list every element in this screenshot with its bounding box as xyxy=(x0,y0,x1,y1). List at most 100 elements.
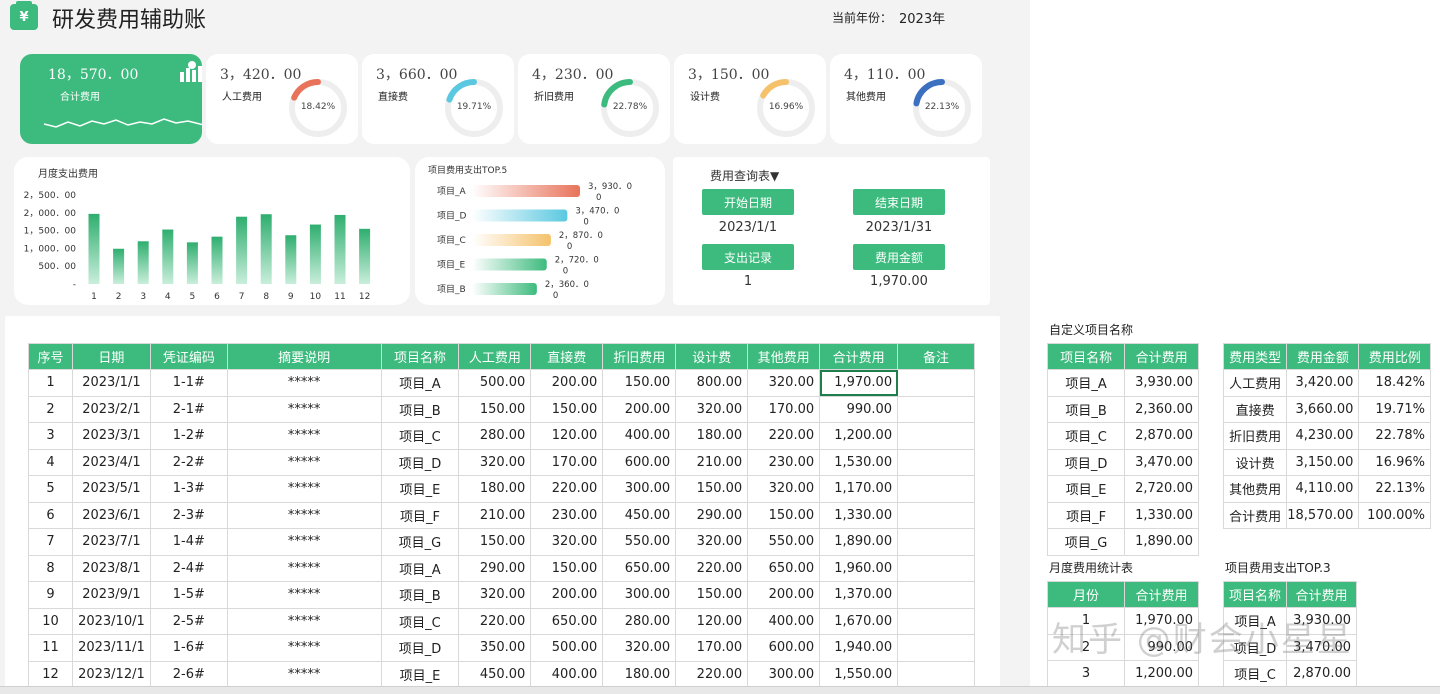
year-value[interactable]: 2023年 xyxy=(899,8,945,27)
table-cell[interactable]: 1,530.00 xyxy=(819,448,899,476)
table-cell[interactable] xyxy=(897,501,975,529)
amount-button[interactable]: 费用金额 xyxy=(853,244,945,270)
table-cell[interactable]: 3,660.00 xyxy=(1286,395,1360,423)
column-header[interactable]: 凭证编码 xyxy=(149,343,228,370)
table-cell[interactable]: 2023/10/1 xyxy=(71,607,151,635)
column-header[interactable]: 合计费用 xyxy=(1124,581,1199,608)
table-cell[interactable]: 220.00 xyxy=(675,554,749,582)
table-cell[interactable]: 150.00 xyxy=(675,475,749,503)
table-cell[interactable]: 320.00 xyxy=(747,475,821,503)
end-date-button[interactable]: 结束日期 xyxy=(853,189,945,215)
table-cell[interactable]: 600.00 xyxy=(747,634,821,662)
table-cell[interactable]: 650.00 xyxy=(747,554,821,582)
table-cell[interactable]: ***** xyxy=(226,395,382,423)
table-cell[interactable]: 22.13% xyxy=(1358,475,1431,503)
table-cell[interactable]: 4 xyxy=(28,448,73,476)
table-cell[interactable]: 2023/5/1 xyxy=(71,475,151,503)
table-cell[interactable]: 320.00 xyxy=(675,395,749,423)
table-cell[interactable]: 2-6# xyxy=(149,660,228,688)
table-cell[interactable]: 150.00 xyxy=(747,501,821,529)
table-cell[interactable]: 2023/2/1 xyxy=(71,395,151,423)
table-cell[interactable]: 10 xyxy=(28,607,73,635)
table-cell[interactable]: 其他费用 xyxy=(1222,475,1288,503)
table-cell[interactable]: 100.00% xyxy=(1358,501,1431,529)
table-cell[interactable]: 6 xyxy=(28,501,73,529)
column-header[interactable]: 序号 xyxy=(28,343,73,370)
table-cell[interactable]: 项目_A xyxy=(1046,369,1126,397)
table-cell[interactable]: 12 xyxy=(28,660,73,688)
table-cell[interactable] xyxy=(897,607,975,635)
table-cell[interactable]: 设计费 xyxy=(1222,448,1288,476)
table-cell[interactable]: 180.00 xyxy=(675,422,749,450)
sheet-tab-bar[interactable] xyxy=(0,686,1440,694)
table-cell[interactable]: 项目_B xyxy=(380,395,460,423)
table-cell[interactable]: 4,110.00 xyxy=(1286,475,1360,503)
table-cell[interactable]: 2-4# xyxy=(149,554,228,582)
table-cell[interactable]: 2023/11/1 xyxy=(71,634,151,662)
table-cell[interactable]: 280.00 xyxy=(602,607,677,635)
table-cell[interactable]: 2023/4/1 xyxy=(71,448,151,476)
table-cell[interactable]: 200.00 xyxy=(530,369,604,397)
table-cell[interactable] xyxy=(897,528,975,556)
column-header[interactable]: 合计费用 xyxy=(1124,343,1199,370)
table-cell[interactable]: 19.71% xyxy=(1358,395,1431,423)
table-cell[interactable]: 4,230.00 xyxy=(1286,422,1360,450)
table-cell[interactable]: 200.00 xyxy=(602,395,677,423)
table-cell[interactable] xyxy=(897,475,975,503)
table-cell[interactable]: 3 xyxy=(1046,660,1126,688)
table-cell[interactable]: 220.00 xyxy=(675,660,749,688)
table-cell[interactable]: 项目_B xyxy=(380,581,460,609)
table-cell[interactable]: 800.00 xyxy=(675,369,749,397)
table-cell[interactable]: 项目_G xyxy=(1046,528,1126,556)
table-cell[interactable]: 320.00 xyxy=(458,581,532,609)
table-cell[interactable]: 650.00 xyxy=(602,554,677,582)
table-cell[interactable]: 2,360.00 xyxy=(1124,395,1199,423)
table-cell[interactable]: 项目_C xyxy=(1222,660,1288,688)
table-cell[interactable]: 150.00 xyxy=(675,581,749,609)
table-cell[interactable]: 180.00 xyxy=(458,475,532,503)
table-cell[interactable]: 210.00 xyxy=(458,501,532,529)
table-cell[interactable]: ***** xyxy=(226,369,382,397)
table-cell[interactable]: 项目_C xyxy=(380,607,460,635)
table-cell[interactable]: 320.00 xyxy=(747,369,821,397)
table-cell[interactable]: 230.00 xyxy=(747,448,821,476)
table-cell[interactable] xyxy=(897,369,975,397)
table-cell[interactable]: 2-5# xyxy=(149,607,228,635)
table-cell[interactable]: 项目_F xyxy=(1046,501,1126,529)
table-cell[interactable]: 2023/1/1 xyxy=(71,369,151,397)
table-cell[interactable]: 折旧费用 xyxy=(1222,422,1288,450)
table-cell[interactable]: 2-1# xyxy=(149,395,228,423)
table-cell[interactable]: 200.00 xyxy=(747,581,821,609)
table-cell[interactable]: ***** xyxy=(226,607,382,635)
table-cell[interactable]: 2,720.00 xyxy=(1124,475,1199,503)
table-cell[interactable]: 500.00 xyxy=(458,369,532,397)
table-cell[interactable]: 1-5# xyxy=(149,581,228,609)
table-cell[interactable] xyxy=(897,634,975,662)
column-header[interactable]: 其他费用 xyxy=(747,343,821,370)
table-cell[interactable]: 150.00 xyxy=(602,369,677,397)
table-cell[interactable]: 120.00 xyxy=(530,422,604,450)
table-cell[interactable]: ***** xyxy=(226,422,382,450)
table-cell[interactable]: 1,890.00 xyxy=(819,528,899,556)
table-cell[interactable]: 300.00 xyxy=(747,660,821,688)
table-cell[interactable]: 600.00 xyxy=(602,448,677,476)
table-cell[interactable]: 1-1# xyxy=(149,369,228,397)
table-cell[interactable]: 220.00 xyxy=(530,475,604,503)
table-cell[interactable]: 1,960.00 xyxy=(819,554,899,582)
table-cell[interactable]: 1,670.00 xyxy=(819,607,899,635)
table-cell[interactable] xyxy=(897,554,975,582)
end-date-value[interactable]: 2023/1/31 xyxy=(853,220,945,235)
table-cell[interactable]: 1-4# xyxy=(149,528,228,556)
table-cell[interactable]: 1,370.00 xyxy=(819,581,899,609)
column-header[interactable]: 费用类型 xyxy=(1222,343,1288,370)
table-cell[interactable]: 2-2# xyxy=(149,448,228,476)
table-cell[interactable]: 1,550.00 xyxy=(819,660,899,688)
table-cell[interactable]: 3,420.00 xyxy=(1286,369,1360,397)
table-cell[interactable]: ***** xyxy=(226,660,382,688)
table-cell[interactable]: 1,200.00 xyxy=(819,422,899,450)
column-header[interactable]: 日期 xyxy=(71,343,151,370)
table-cell[interactable]: 项目_E xyxy=(380,660,460,688)
table-cell[interactable]: 项目_B xyxy=(1046,395,1126,423)
table-cell[interactable]: 项目_E xyxy=(380,475,460,503)
table-cell[interactable]: 3 xyxy=(28,422,73,450)
